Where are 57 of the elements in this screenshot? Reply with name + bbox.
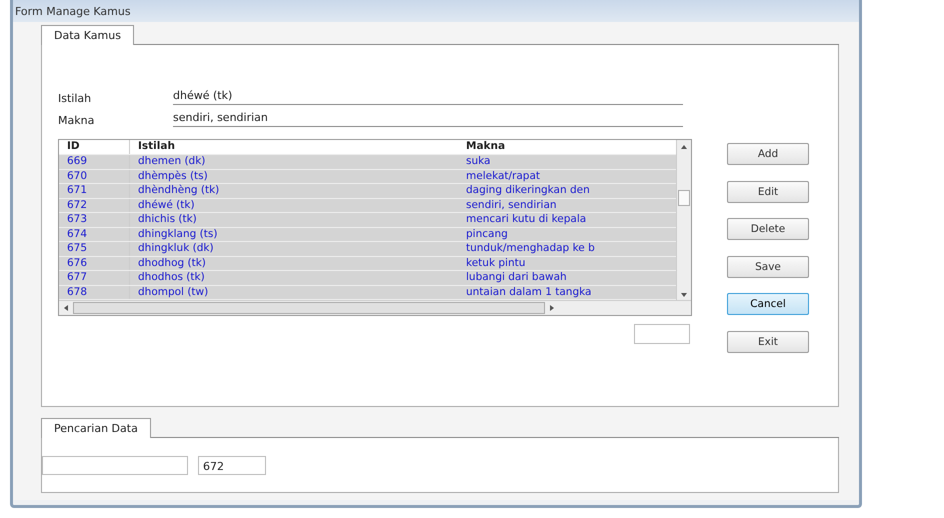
window-title: Form Manage Kamus — [15, 4, 131, 18]
table-cell-text: suka — [465, 155, 492, 168]
action-button[interactable]: Edit — [727, 180, 809, 202]
input-field[interactable]: sendiri, sendirian — [173, 111, 683, 127]
table-cell-text: dhichis (tk) — [137, 213, 198, 226]
table-cell-text: dhèndhèng (tk) — [137, 184, 220, 198]
scroll-right-icon[interactable] — [549, 304, 555, 312]
table-cell-text: tunduk/menghadap ke b — [465, 242, 596, 256]
tab[interactable]: Data Kamus — [41, 25, 134, 45]
table-cell: 673 — [59, 213, 130, 226]
table-cell: 675 — [59, 242, 130, 256]
table-cell-text: pincang — [465, 228, 509, 241]
table-cell: 672 — [59, 198, 130, 212]
field-label: Istilah — [58, 92, 92, 105]
input-field[interactable] — [634, 324, 690, 344]
action-button[interactable]: Save — [727, 256, 809, 278]
action-button[interactable]: Cancel — [727, 293, 809, 315]
table-cell-text: dhèmpès (ts) — [137, 170, 209, 183]
column-header[interactable]: Istilah — [130, 140, 458, 154]
table-cell-text: melekat/rapat — [465, 170, 542, 183]
table-cell-text: dhodhos (tk) — [137, 271, 206, 284]
table-cell: 676 — [59, 256, 130, 270]
table-cell-text: untaian dalam 1 tangka — [465, 286, 592, 299]
table-cell-text: mencari kutu di kepala — [465, 213, 588, 226]
input-field[interactable]: dhéwé (tk) — [173, 89, 683, 105]
scroll-thumb[interactable] — [73, 302, 545, 314]
tab[interactable]: Pencarian Data — [41, 418, 151, 438]
table-cell-text: sendiri, sendirian — [465, 198, 558, 212]
scroll-up-icon[interactable] — [680, 144, 688, 150]
table-cell: 674 — [59, 228, 130, 241]
table-cell: 670 — [59, 170, 130, 183]
horizontal-scrollbar[interactable] — [59, 300, 691, 315]
action-button[interactable]: Delete — [727, 218, 809, 240]
table-cell-text: dhodhog (tk) — [137, 256, 207, 270]
scroll-thumb[interactable] — [678, 190, 690, 206]
table-cell: 677 — [59, 271, 130, 284]
table-cell-text: dhemen (dk) — [137, 155, 206, 168]
table-cell-text: dhingkluk (dk) — [137, 242, 215, 256]
column-header[interactable]: Makna — [458, 140, 676, 154]
table-cell-text: lubangi dari bawah — [465, 271, 568, 284]
table-cell-text: dhéwé (tk) — [137, 198, 196, 212]
action-button[interactable]: Add — [727, 143, 809, 165]
input-field[interactable] — [42, 456, 188, 474]
scroll-down-icon[interactable] — [680, 292, 688, 298]
scroll-left-icon[interactable] — [63, 304, 69, 312]
input-field[interactable]: 672 — [198, 456, 266, 474]
table-cell: 678 — [59, 286, 130, 299]
field-label: Makna — [58, 114, 96, 127]
table-cell-text: dhingklang (ts) — [137, 228, 218, 241]
table-cell-text: ketuk pintu — [465, 256, 526, 270]
table-cell: 669 — [59, 155, 130, 168]
table-cell-text: daging dikeringkan den — [465, 184, 591, 198]
table-cell-text: dhompol (tw) — [137, 286, 210, 299]
action-button[interactable]: Exit — [727, 330, 809, 352]
table-cell: 671 — [59, 184, 130, 198]
column-header[interactable]: ID — [59, 140, 130, 154]
vertical-scrollbar[interactable] — [676, 140, 691, 300]
